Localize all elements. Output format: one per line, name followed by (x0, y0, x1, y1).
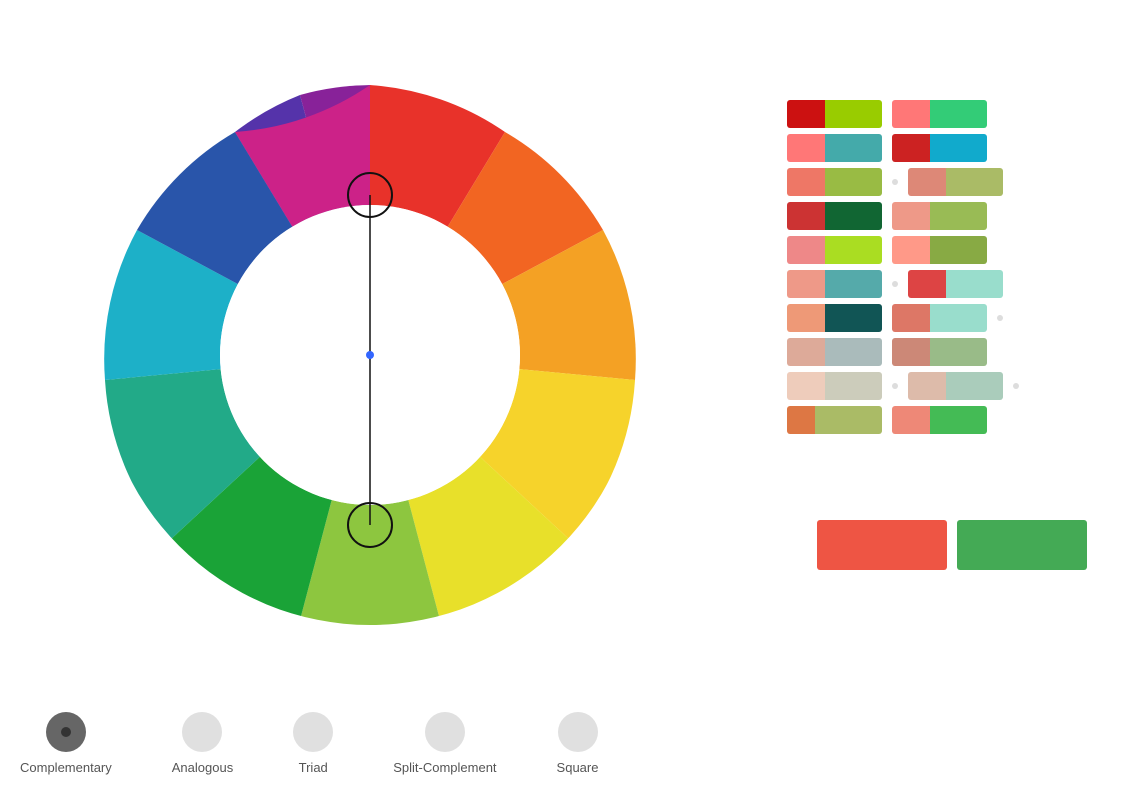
large-swatch-green[interactable] (957, 520, 1087, 570)
swatch-pair[interactable] (787, 304, 882, 332)
swatch-pair[interactable] (787, 372, 882, 400)
large-swatch-red[interactable] (817, 520, 947, 570)
swatch-pair[interactable] (787, 202, 882, 230)
swatch-row (787, 304, 1087, 332)
dot-separator (892, 383, 898, 389)
nav-item-split-complement[interactable]: Split-Complement (393, 712, 496, 775)
nav-circle-analogous[interactable] (182, 712, 222, 752)
dot-separator (997, 315, 1003, 321)
swatch-pair[interactable] (908, 372, 1003, 400)
active-dot (61, 727, 71, 737)
swatch-pair[interactable] (892, 338, 987, 366)
swatch-pair[interactable] (892, 304, 987, 332)
swatch-pair[interactable] (908, 168, 1003, 196)
nav-item-complementary[interactable]: Complementary (20, 712, 112, 775)
nav-label-triad: Triad (299, 760, 328, 775)
color-wheel-wrapper[interactable] (80, 65, 660, 645)
swatch-pair[interactable] (787, 406, 882, 434)
swatch-row (787, 202, 1087, 230)
nav-label-split-complement: Split-Complement (393, 760, 496, 775)
nav-label-analogous: Analogous (172, 760, 233, 775)
swatch-pair[interactable] (892, 406, 987, 434)
swatch-row (787, 338, 1087, 366)
swatch-pair[interactable] (787, 236, 882, 264)
nav-label-complementary: Complementary (20, 760, 112, 775)
nav-item-triad[interactable]: Triad (293, 712, 333, 775)
nav-circle-triad[interactable] (293, 712, 333, 752)
swatch-pair[interactable] (892, 236, 987, 264)
swatch-row (787, 236, 1087, 264)
nav-circle-split-complement[interactable] (425, 712, 465, 752)
swatch-pair[interactable] (787, 100, 882, 128)
swatch-pair[interactable] (892, 134, 987, 162)
nav-circle-complementary[interactable] (46, 712, 86, 752)
dot-separator (892, 281, 898, 287)
swatch-pair[interactable] (908, 270, 1003, 298)
swatch-row (787, 406, 1087, 434)
nav-item-analogous[interactable]: Analogous (172, 712, 233, 775)
swatches-section (787, 100, 1087, 440)
nav-item-square[interactable]: Square (557, 712, 599, 775)
swatch-pair[interactable] (787, 338, 882, 366)
swatch-pair[interactable] (787, 270, 882, 298)
nav-section: Complementary Analogous Triad Split-Comp… (20, 712, 598, 775)
nav-circle-square[interactable] (558, 712, 598, 752)
swatch-row (787, 100, 1087, 128)
large-swatches (817, 520, 1087, 570)
swatch-pair[interactable] (787, 168, 882, 196)
swatch-pair[interactable] (892, 202, 987, 230)
swatch-row (787, 372, 1087, 400)
swatch-row (787, 270, 1087, 298)
swatch-row (787, 134, 1087, 162)
nav-label-square: Square (557, 760, 599, 775)
swatch-pair[interactable] (892, 100, 987, 128)
dot-separator (1013, 383, 1019, 389)
swatch-pair[interactable] (787, 134, 882, 162)
color-wheel-container (60, 30, 680, 680)
dot-separator (892, 179, 898, 185)
color-wheel-svg[interactable] (80, 65, 660, 645)
swatch-row (787, 168, 1087, 196)
